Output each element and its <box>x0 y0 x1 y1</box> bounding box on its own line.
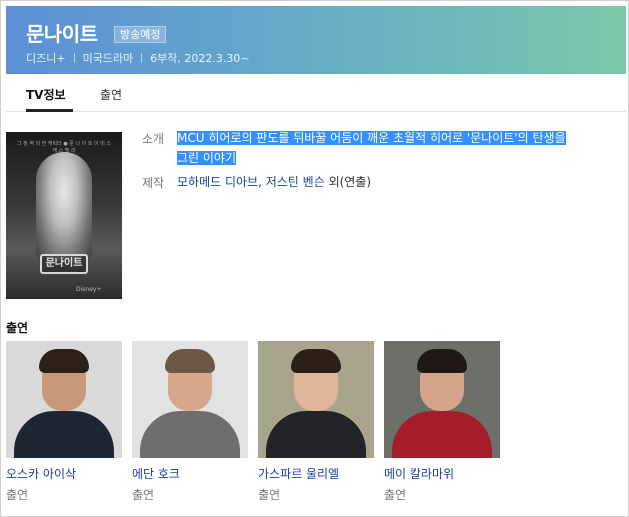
cast-photo[interactable] <box>384 341 500 458</box>
cast-role: 출연 <box>258 488 281 502</box>
page-frame: 문나이트 방송예정 디즈니+ 미국드라마 6부작, 2022.3.30~ TV정… <box>0 0 629 517</box>
photo-body <box>266 411 366 458</box>
photo-body <box>392 411 492 458</box>
cast-heading: 출연 <box>6 321 29 335</box>
production-text: 모하메드 디아브, 저스틴 벤슨 외(연출) <box>177 172 371 192</box>
cast-photo[interactable] <box>6 341 122 458</box>
cast-card[interactable]: 오스카 아이삭 출연 <box>6 341 122 503</box>
status-badge: 방송예정 <box>114 26 167 43</box>
cast-role: 출연 <box>6 488 29 502</box>
active-tab-indicator <box>26 109 73 112</box>
synopsis-line-2: 그린 이야기 <box>177 151 237 165</box>
photo-hair <box>291 349 341 373</box>
cast-card[interactable]: 메이 칼라마위 출연 <box>384 341 500 503</box>
directors-link[interactable]: 모하메드 디아브, 저스틴 벤슨 <box>177 175 325 189</box>
meta-episodes-date: 6부작, 2022.3.30~ <box>150 52 250 65</box>
cast-role: 출연 <box>132 488 155 502</box>
poster-brand: Disney+ <box>76 286 102 293</box>
meta-line: 디즈니+ 미국드라마 6부작, 2022.3.30~ <box>26 50 250 66</box>
meta-genre: 미국드라마 <box>82 52 134 65</box>
synopsis-label: 소개 <box>142 132 165 146</box>
poster-figure <box>36 152 92 262</box>
cast-name[interactable]: 메이 칼라마위 <box>384 465 500 482</box>
photo-hair <box>165 349 215 373</box>
tab-bar: TV정보 출연 <box>6 74 626 112</box>
synopsis-text: MCU 히어로의 판도를 뒤바꿀 어둠이 깨운 초월적 히어로 '문나이트'의 … <box>177 128 566 168</box>
directors-suffix: 외(연출) <box>324 175 372 189</box>
poster-image[interactable]: 그 정 역 의 한 캐릭터 ● 문 나 이 트 이 미 스 캐 스 텔 라 문나… <box>6 132 122 299</box>
title-header: 문나이트 방송예정 디즈니+ 미국드라마 6부작, 2022.3.30~ <box>6 6 626 74</box>
cast-card[interactable]: 에단 호크 출연 <box>132 341 248 503</box>
cast-card[interactable]: 가스파르 울리엘 출연 <box>258 341 374 503</box>
synopsis-line-1: MCU 히어로의 판도를 뒤바꿀 어둠이 깨운 초월적 히어로 '문나이트'의 … <box>177 131 566 145</box>
cast-photo[interactable] <box>258 341 374 458</box>
cast-photo[interactable] <box>132 341 248 458</box>
cast-name[interactable]: 오스카 아이삭 <box>6 465 122 482</box>
photo-hair <box>417 349 467 373</box>
tab-tv-info[interactable]: TV정보 <box>26 86 66 103</box>
photo-hair <box>39 349 89 373</box>
cast-role: 출연 <box>384 488 407 502</box>
cast-name[interactable]: 가스파르 울리엘 <box>258 465 374 482</box>
tab-cast[interactable]: 출연 <box>100 86 122 103</box>
photo-body <box>140 411 240 458</box>
meta-divider <box>141 53 143 63</box>
meta-channel[interactable]: 디즈니+ <box>26 50 66 66</box>
photo-body <box>14 411 114 458</box>
page-title[interactable]: 문나이트 <box>26 18 98 47</box>
production-label: 제작 <box>142 176 165 190</box>
meta-divider <box>73 53 75 63</box>
poster-logo: 문나이트 <box>40 254 88 274</box>
cast-name[interactable]: 에단 호크 <box>132 465 248 482</box>
